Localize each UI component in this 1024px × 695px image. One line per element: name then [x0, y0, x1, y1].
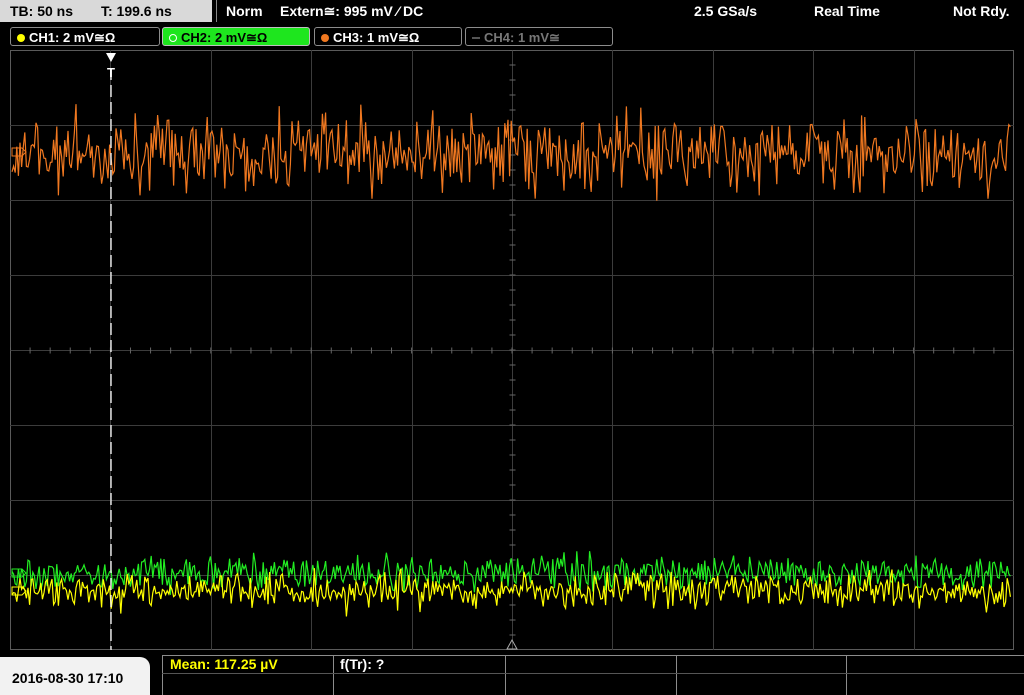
measurement-mean[interactable]: Mean: 117.25 µV: [170, 655, 278, 673]
trigger-mode[interactable]: Norm: [226, 0, 263, 22]
ch2-indicator-icon: [169, 34, 177, 42]
channel-1-button[interactable]: CH1: 2 mV≅Ω: [10, 27, 160, 46]
waveform-display[interactable]: T: [10, 50, 1014, 650]
meas-divider: [846, 655, 847, 695]
measurement-top-border: [162, 655, 1024, 656]
status-bar: TB: 50 ns T: 199.6 ns Norm Extern≅: 995 …: [0, 0, 1024, 24]
channel-3-label: CH3: 1 mV≅Ω: [333, 30, 420, 45]
datetime-box: 2016-08-30 17:10: [0, 657, 150, 695]
sample-rate[interactable]: 2.5 GSa/s: [694, 0, 757, 22]
meas-divider: [162, 655, 163, 695]
meas-row-divider: [162, 673, 1024, 674]
trigger-time-value: T: 199.6 ns: [101, 3, 172, 19]
meas-divider: [676, 655, 677, 695]
trigger-status: Not Rdy.: [953, 3, 1010, 19]
channel-3-button[interactable]: CH3: 1 mV≅Ω: [314, 27, 462, 46]
channel-4-label: CH4: 1 mV≅: [484, 30, 560, 45]
acquisition-mode[interactable]: Real Time: [814, 0, 880, 22]
status-separator: [216, 0, 217, 22]
trigger-label: T: [107, 65, 115, 80]
meas-divider: [505, 655, 506, 695]
channel-2-label: CH2: 2 mV≅Ω: [181, 30, 268, 45]
meas-divider: [333, 655, 334, 695]
timebase-value: TB: 50 ns: [10, 3, 74, 19]
ch3-indicator-icon: [321, 34, 329, 42]
channel-4-button[interactable]: CH4: 1 mV≅: [465, 27, 613, 46]
ch1-indicator-icon: [17, 34, 25, 42]
measurement-ftr[interactable]: f(Tr): ?: [340, 655, 384, 673]
datetime: 2016-08-30 17:10: [12, 670, 124, 686]
trigger-source[interactable]: Extern≅: 995 mV ⁄ DC: [280, 0, 423, 22]
channel-2-button[interactable]: CH2: 2 mV≅Ω: [162, 27, 310, 46]
channel-1-label: CH1: 2 mV≅Ω: [29, 30, 116, 45]
ch4-indicator-icon: [472, 37, 480, 39]
measurement-bar: 2016-08-30 17:10 Mean: 117.25 µV f(Tr): …: [0, 655, 1024, 695]
timebase-box[interactable]: TB: 50 ns T: 199.6 ns: [0, 0, 212, 22]
